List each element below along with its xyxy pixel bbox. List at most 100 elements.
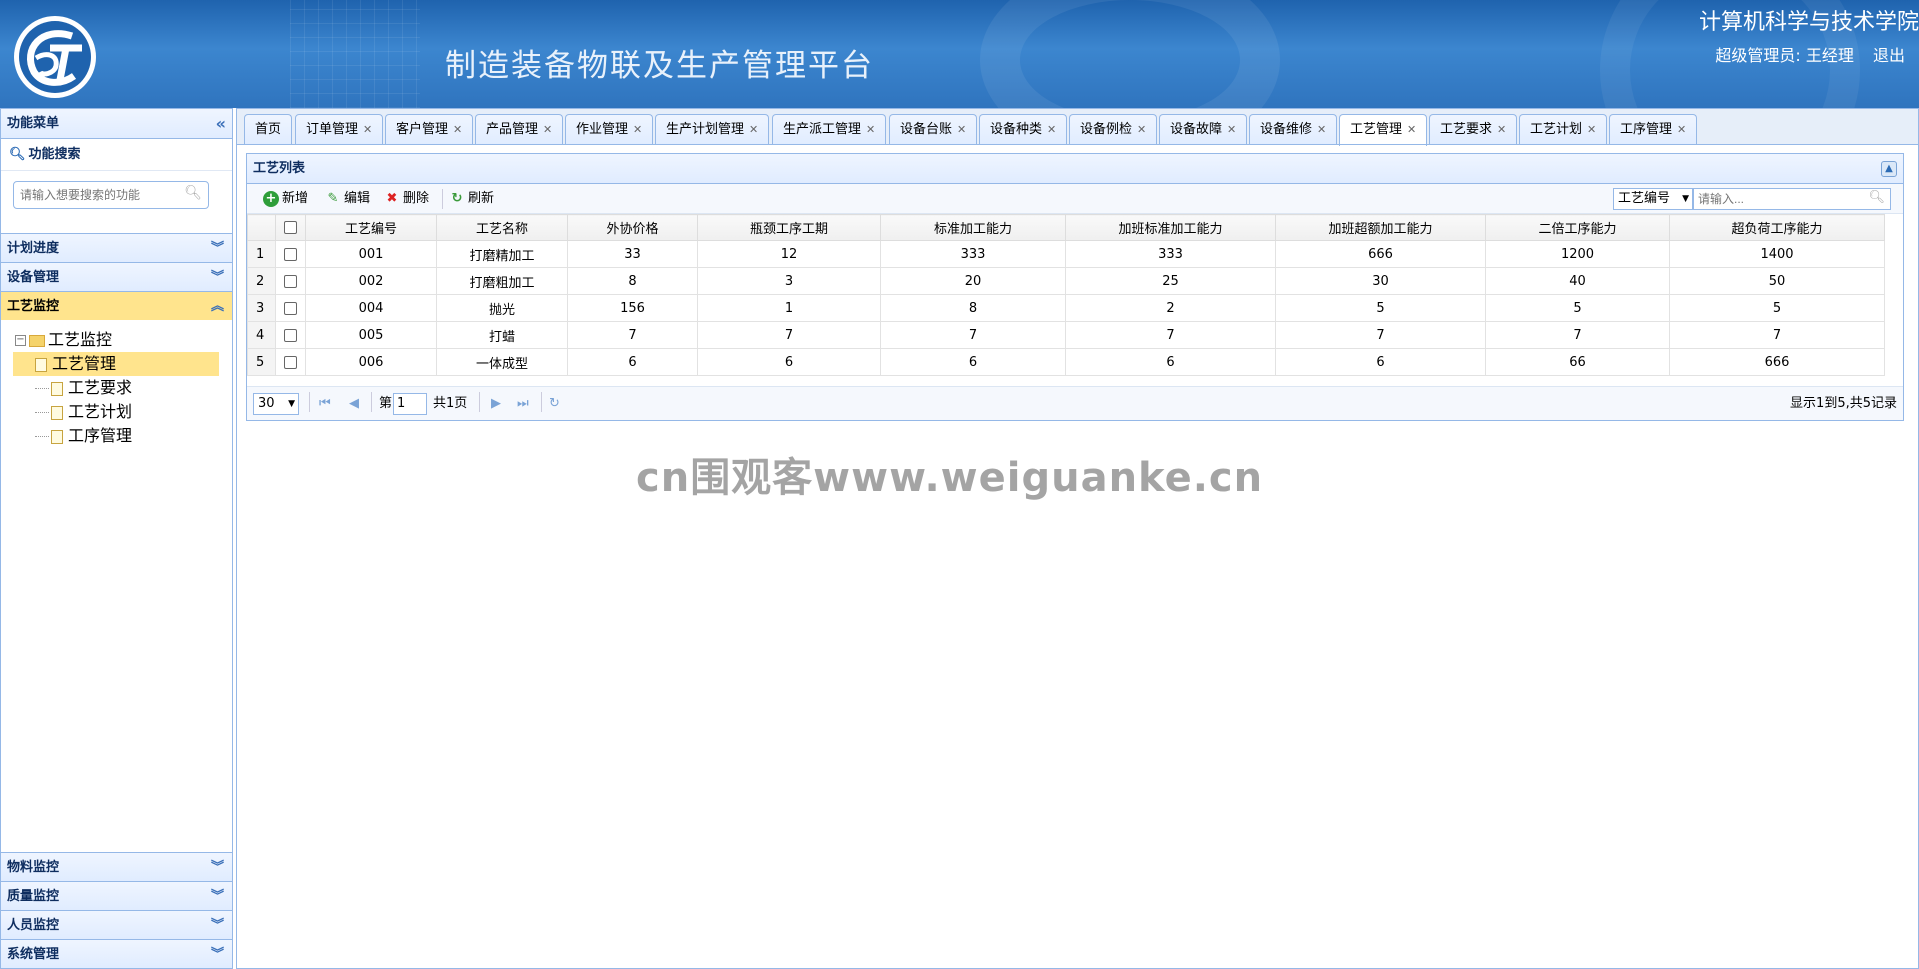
- close-icon[interactable]: ✕: [866, 123, 875, 136]
- column-header[interactable]: 二倍工序能力: [1485, 214, 1670, 241]
- tab-home[interactable]: 首页: [244, 114, 293, 145]
- close-icon[interactable]: ✕: [1497, 123, 1506, 136]
- tab-process-plan[interactable]: 工艺计划 ✕: [1519, 114, 1608, 145]
- tab-job-management[interactable]: 作业管理 ✕: [565, 114, 654, 145]
- table-cell: 6: [1275, 348, 1486, 376]
- sidebar-section-system[interactable]: 系统管理 ︾: [1, 939, 232, 968]
- close-icon[interactable]: ✕: [1677, 123, 1686, 136]
- search-icon[interactable]: 🔍︎: [1868, 190, 1885, 205]
- close-icon[interactable]: ✕: [543, 123, 552, 136]
- table-cell: 006: [305, 348, 437, 376]
- search-field-select[interactable]: 工艺编号 ▼: [1613, 188, 1693, 210]
- page-size-select[interactable]: 30 ▼: [253, 393, 299, 415]
- prev-page-icon[interactable]: ◀: [349, 393, 359, 415]
- first-page-icon[interactable]: ⏮: [319, 393, 331, 415]
- close-icon[interactable]: ✕: [1317, 123, 1326, 136]
- tab-operation-management[interactable]: 工序管理 ✕: [1609, 114, 1698, 145]
- sidebar-section-quality[interactable]: 质量监控 ︾: [1, 881, 232, 910]
- sidebar-bottom-sections: 物料监控 ︾ 质量监控 ︾ 人员监控 ︾ 系统管理 ︾: [1, 852, 232, 968]
- tab-label: 工艺管理: [1350, 122, 1403, 137]
- collapse-panel-icon[interactable]: ▲: [1881, 161, 1897, 177]
- column-header[interactable]: 加班超额加工能力: [1275, 214, 1486, 241]
- close-icon[interactable]: ✕: [1407, 123, 1416, 136]
- chevron-down-icon: ︾: [210, 860, 224, 875]
- collapse-node-icon[interactable]: −: [15, 335, 26, 346]
- user-label: 超级管理员: 王经理: [1715, 46, 1854, 65]
- tab-equipment-inspection[interactable]: 设备例检 ✕: [1069, 114, 1158, 145]
- last-page-icon[interactable]: ⏭: [517, 393, 529, 415]
- tab-equipment-repair[interactable]: 设备维修 ✕: [1249, 114, 1338, 145]
- header-decoration: [290, 0, 420, 108]
- close-icon[interactable]: ✕: [749, 123, 758, 136]
- table-cell: 7: [697, 321, 881, 349]
- sidebar-section-process-monitor[interactable]: 工艺监控 ︽: [1, 291, 232, 320]
- sidebar-section-material[interactable]: 物料监控 ︾: [1, 852, 232, 881]
- page-number-input[interactable]: 1: [393, 393, 427, 415]
- tab-product-management[interactable]: 产品管理 ✕: [475, 114, 564, 145]
- close-icon[interactable]: ✕: [957, 123, 966, 136]
- edit-button[interactable]: ✎ 编辑: [325, 188, 370, 210]
- search-icon[interactable]: 🔍︎: [184, 185, 202, 201]
- column-header[interactable]: 标准加工能力: [880, 214, 1066, 241]
- add-button[interactable]: + 新增: [263, 188, 308, 210]
- column-header[interactable]: 瓶颈工序工期: [697, 214, 881, 241]
- logout-link[interactable]: 退出: [1873, 46, 1905, 65]
- column-header[interactable]: 加班标准加工能力: [1065, 214, 1276, 241]
- tree-item-operation-management[interactable]: 工序管理: [15, 424, 232, 448]
- reload-icon[interactable]: ↻: [549, 393, 560, 415]
- close-icon[interactable]: ✕: [633, 123, 642, 136]
- column-header[interactable]: 工艺编号: [305, 214, 437, 241]
- tab-process-requirements[interactable]: 工艺要求 ✕: [1429, 114, 1518, 145]
- row-checkbox[interactable]: [284, 274, 297, 288]
- tab-equipment-types[interactable]: 设备种类 ✕: [979, 114, 1068, 145]
- tab-production-plan[interactable]: 生产计划管理 ✕: [655, 114, 770, 145]
- close-icon[interactable]: ✕: [453, 123, 462, 136]
- next-page-icon[interactable]: ▶: [491, 393, 501, 415]
- row-checkbox[interactable]: [284, 328, 297, 342]
- refresh-button[interactable]: ↻ 刷新: [449, 188, 494, 210]
- edit-label: 编辑: [344, 191, 371, 206]
- tab-equipment-ledger[interactable]: 设备台账 ✕: [889, 114, 978, 145]
- page-prefix: 第: [379, 396, 393, 411]
- tree-item-process-requirements[interactable]: 工艺要求: [15, 376, 232, 400]
- close-icon[interactable]: ✕: [1587, 123, 1596, 136]
- tab-order-management[interactable]: 订单管理 ✕: [295, 114, 384, 145]
- tree-root[interactable]: − 工艺监控: [15, 328, 232, 352]
- grid-search-input[interactable]: [1694, 189, 1864, 209]
- table-row[interactable]: 1 001 打磨精加工 33 12 333 333 666 1200 1400: [247, 240, 1885, 268]
- grid-search-box[interactable]: 🔍︎: [1693, 188, 1891, 210]
- tab-customer-management[interactable]: 客户管理 ✕: [385, 114, 474, 145]
- close-icon[interactable]: ✕: [1227, 123, 1236, 136]
- close-icon[interactable]: ✕: [1047, 123, 1056, 136]
- tab-dispatch-management[interactable]: 生产派工管理 ✕: [772, 114, 887, 145]
- tab-equipment-faults[interactable]: 设备故障 ✕: [1159, 114, 1248, 145]
- select-all-checkbox[interactable]: [284, 221, 297, 234]
- function-search-box[interactable]: 🔍︎: [13, 181, 209, 209]
- table-row[interactable]: 3 004 抛光 156 1 8 2 5 5 5: [247, 294, 1885, 322]
- function-search-input[interactable]: [18, 183, 178, 207]
- collapse-sidebar-icon[interactable]: «: [216, 109, 226, 139]
- table-row[interactable]: 4 005 打蜡 7 7 7 7 7 7 7: [247, 321, 1885, 349]
- row-checkbox[interactable]: [284, 301, 297, 315]
- tree-item-process-plan[interactable]: 工艺计划: [15, 400, 232, 424]
- sidebar-section-personnel[interactable]: 人员监控 ︾: [1, 910, 232, 939]
- row-checkbox[interactable]: [284, 355, 297, 369]
- tree-line: [35, 412, 49, 413]
- tree-item-process-management[interactable]: 工艺管理: [13, 352, 219, 376]
- sidebar-section-plan-progress[interactable]: 计划进度 ︾: [1, 233, 232, 262]
- table-row[interactable]: 5 006 一体成型 6 6 6 6 6 66 666: [247, 348, 1885, 376]
- tab-label: 客户管理: [396, 122, 449, 137]
- row-checkbox[interactable]: [284, 247, 297, 261]
- tab-process-management[interactable]: 工艺管理 ✕: [1339, 114, 1428, 146]
- close-icon[interactable]: ✕: [363, 123, 372, 136]
- function-search-title: 🔍︎ 功能搜索: [1, 139, 232, 171]
- column-header[interactable]: 工艺名称: [436, 214, 568, 241]
- table-row[interactable]: 2 002 打磨粗加工 8 3 20 25 30 40 50: [247, 267, 1885, 295]
- delete-button[interactable]: ✖ 删除: [384, 188, 429, 210]
- close-icon[interactable]: ✕: [1137, 123, 1146, 136]
- column-header[interactable]: 外协价格: [567, 214, 698, 241]
- row-select-cell: [275, 321, 306, 349]
- sidebar-section-equipment[interactable]: 设备管理 ︾: [1, 262, 232, 291]
- column-header[interactable]: 超负荷工序能力: [1669, 214, 1885, 241]
- table-cell: 打磨精加工: [436, 240, 568, 268]
